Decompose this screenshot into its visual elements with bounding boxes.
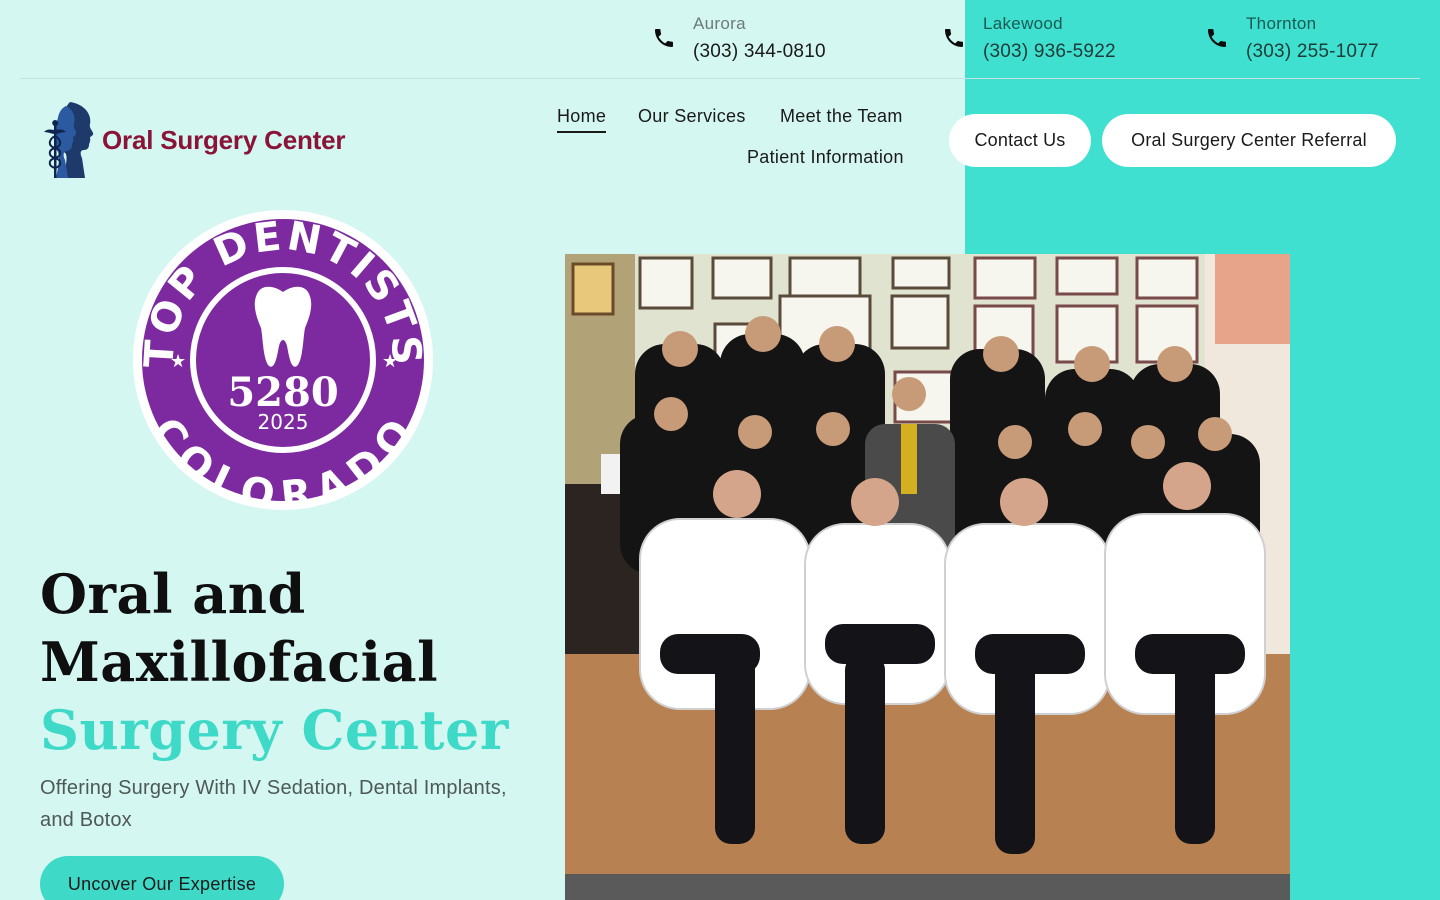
brand-name: Oral Surgery Center [102,124,346,155]
phone-icon [945,29,963,47]
hero-title-line: Oral and [40,562,306,626]
hero-title: Oral and Maxillofacial Surgery Center [40,560,509,764]
phone-icon [1208,29,1226,47]
location-city: Aurora [693,14,746,33]
contact-us-button[interactable]: Contact Us [949,114,1091,167]
star-icon: ★ [170,351,186,371]
location-phone[interactable]: (303) 344-0810 [693,36,826,68]
location-phone[interactable]: (303) 255-1077 [1246,36,1379,68]
nav-our-services[interactable]: Our Services [638,106,746,127]
location-phone[interactable]: (303) 936-5922 [983,36,1116,68]
location-city: Thornton [1246,14,1317,33]
location-thornton[interactable]: Thornton (303) 255-1077 [1205,12,1379,68]
badge-number: 5280 [227,369,338,416]
location-lakewood[interactable]: Lakewood (303) 936-5922 [942,12,1116,68]
location-city: Lakewood [983,14,1063,33]
badge-year: 2025 [258,410,309,434]
star-icon: ★ [382,351,398,371]
nav-home[interactable]: Home [557,106,607,133]
location-aurora[interactable]: Aurora (303) 344-0810 [652,12,826,68]
hero-subtitle: Offering Surgery With IV Sedation, Denta… [40,777,507,831]
hero-title-accent: Surgery Center [40,698,509,762]
caduceus-profile-logo-icon [44,102,94,178]
team-photo [565,254,1290,900]
top-dentists-badge: TOP DENTISTS COLORADO ★ ★ 5280 2025 [133,210,433,510]
phone-icon [655,29,673,47]
site-logo[interactable]: Oral Surgery Center [40,100,345,180]
hero-title-line: Maxillofacial [40,630,439,694]
nav-meet-the-team[interactable]: Meet the Team [780,106,903,127]
referral-button[interactable]: Oral Surgery Center Referral [1102,114,1396,167]
nav-patient-information[interactable]: Patient Information [747,147,904,168]
uncover-expertise-button[interactable]: Uncover Our Expertise [40,856,284,900]
